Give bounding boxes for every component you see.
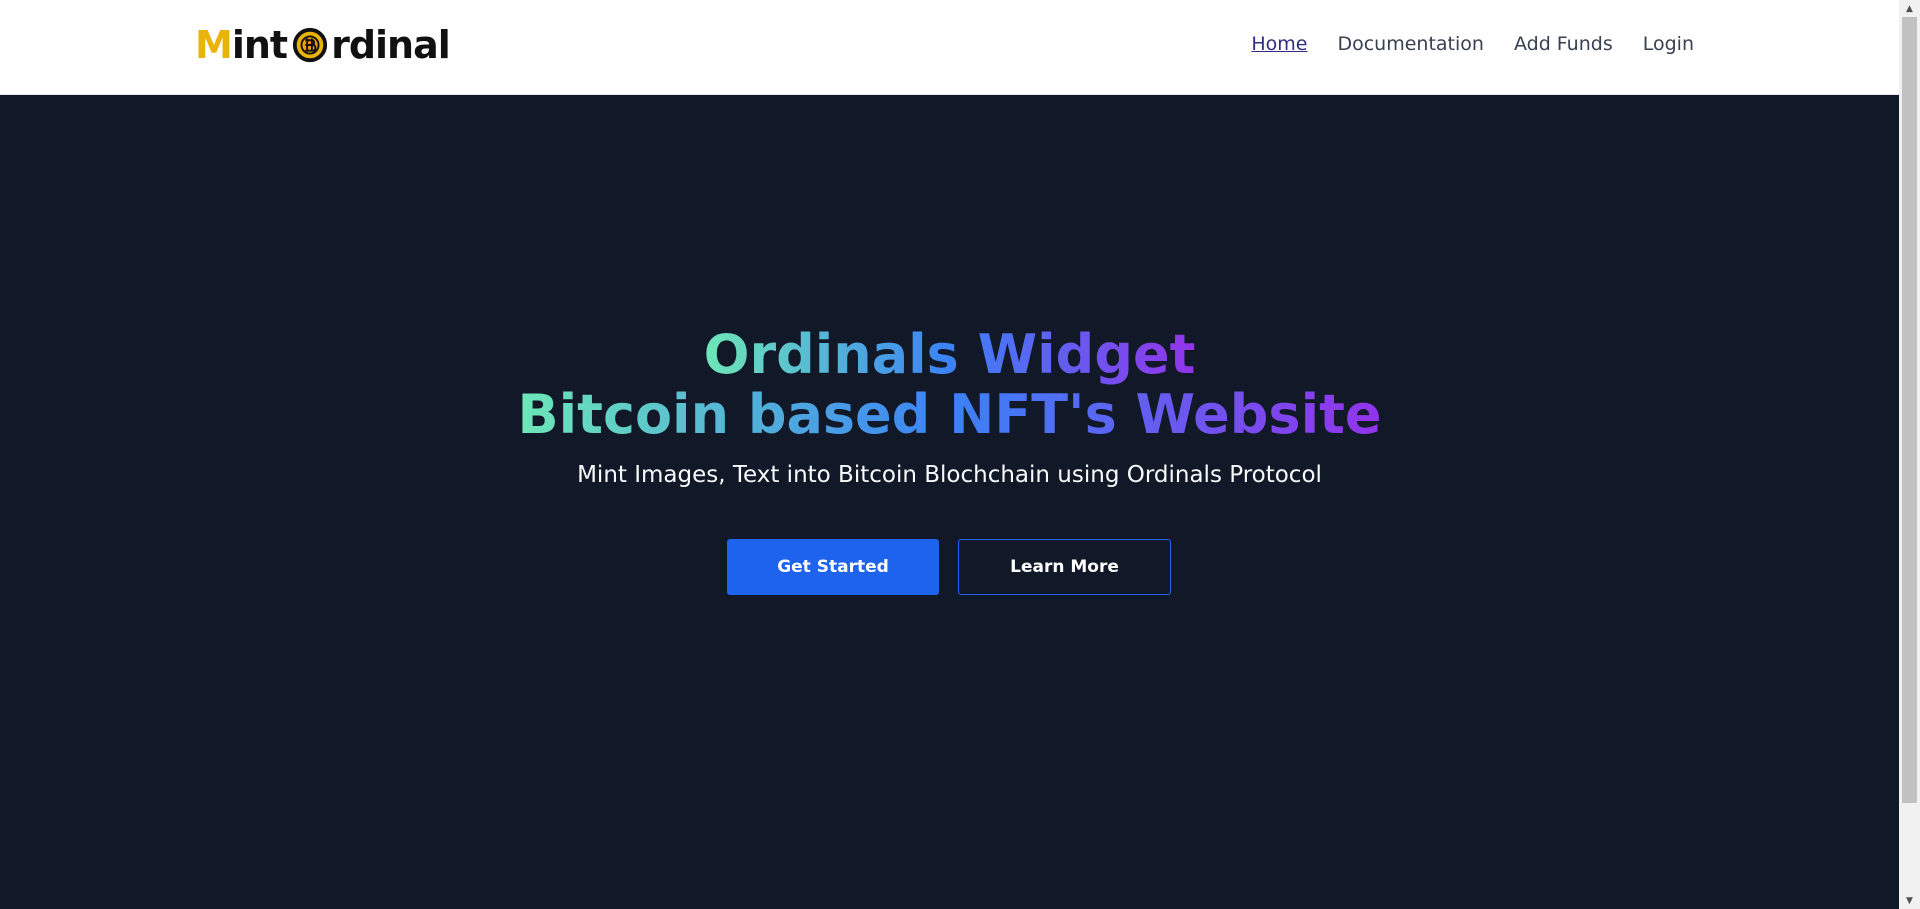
nav-add-funds-link[interactable]: Add Funds [1514,33,1613,55]
headline-line-2: Bitcoin based NFT's Website [517,383,1382,446]
bitcoin-coin-icon [292,27,328,63]
arrow-up-icon[interactable]: ▲ [1899,0,1920,17]
nav-login-link[interactable]: Login [1643,33,1694,55]
nav-documentation-link[interactable]: Documentation [1337,33,1483,55]
scrollbar-thumb[interactable] [1902,17,1917,803]
hero-section [0,95,1899,909]
nav-home-link[interactable]: Home [1251,33,1307,55]
logo-text-int: int [231,23,288,67]
logo-text-rdinal: rdinal [331,23,451,67]
logo-letter-m: M [195,23,233,67]
page-content: Mint rdinal Home Documentation Add Funds… [0,0,1899,909]
vertical-scrollbar[interactable]: ▲ ▼ [1899,0,1920,909]
navbar: Mint rdinal Home Documentation Add Funds… [0,0,1899,95]
main-nav: Home Documentation Add Funds Login [1251,33,1694,55]
hero-subtitle: Mint Images, Text into Bitcoin Blochchai… [577,462,1322,488]
get-started-button[interactable]: Get Started [727,539,939,595]
page: Mint rdinal Home Documentation Add Funds… [0,0,1920,909]
hero-headline: Ordinals Widget Bitcoin based NFT's Webs… [0,325,1899,445]
logo[interactable]: Mint rdinal [195,23,451,67]
headline-line-1: Ordinals Widget [703,323,1196,386]
learn-more-button[interactable]: Learn More [958,539,1171,595]
arrow-down-icon[interactable]: ▼ [1899,892,1920,909]
